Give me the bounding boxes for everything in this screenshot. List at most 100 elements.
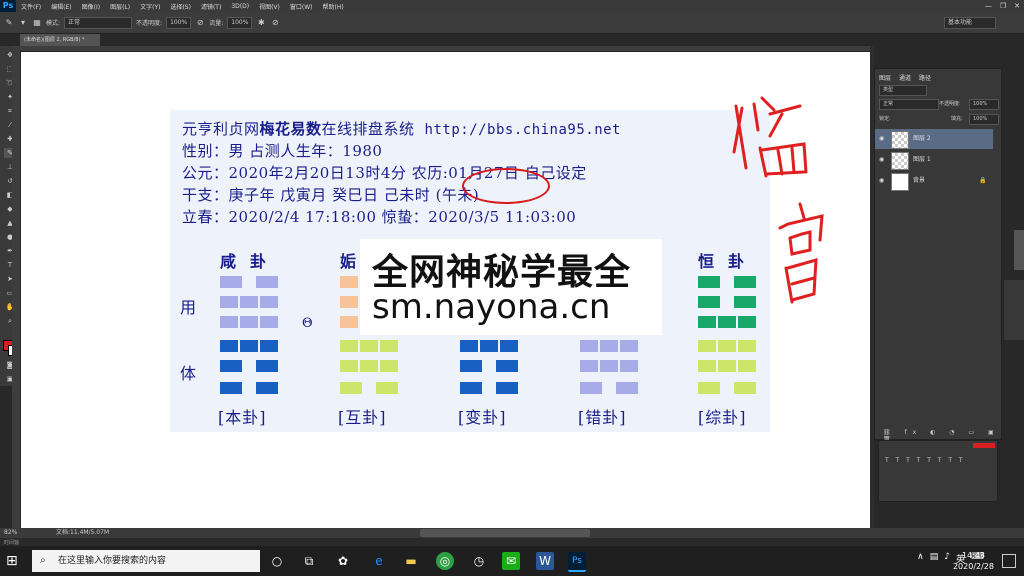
clock-app-icon[interactable]: ◷ [470,552,488,570]
opacity-input[interactable]: 100% [166,16,192,29]
hexagram-line-segment [718,316,736,328]
vertical-scrollbar[interactable] [1014,230,1024,270]
mode-select[interactable]: 正常 [64,16,133,29]
site-name: 元亨利贞网 [182,120,260,138]
photoshop-taskbar-icon[interactable]: Ps [568,552,586,572]
network-icon[interactable]: ▤ [930,552,939,565]
hexagram-line-segment [340,316,358,328]
text-style-icons[interactable]: TTTTTTTT [885,457,970,464]
taskbar-clock[interactable]: 14:43 2020/2/28 [953,550,994,572]
eye-icon[interactable]: ◉ [879,150,884,170]
pressure-opacity-icon[interactable]: ⊘ [195,18,205,28]
wechat-icon[interactable]: ✉ [502,552,520,570]
menu-layer[interactable]: 图层(L) [105,2,135,11]
hexagram-line-segment [376,382,398,394]
hexagram-line-segment [698,382,720,394]
mode-label: 模式: [46,20,61,27]
hexagram-line-segment [698,360,716,372]
layer-opacity-label: 不透明度: [939,101,961,107]
hexagram-line-segment [698,316,716,328]
hexagram-line-segment [260,296,278,308]
hexagram-line-segment [738,316,756,328]
menu-select[interactable]: 选择(S) [165,2,196,11]
text-color-swatch[interactable] [973,443,995,448]
layer-row-background[interactable]: ◉ 背景 🔒 [875,171,993,191]
hexagram-line-segment [340,296,358,308]
menu-edit[interactable]: 编辑(E) [46,2,76,11]
hexagram-line-segment [718,340,736,352]
word-icon[interactable]: W [536,552,554,570]
tab-channels[interactable]: 通道 [899,73,911,82]
eye-icon[interactable]: ◉ [879,129,884,149]
close-icon[interactable]: ✕ [1014,0,1020,12]
layer-row-1[interactable]: ◉ 图层 1 [875,150,993,170]
hexagram-line [460,340,518,352]
hexagram-line [580,360,638,372]
layer-name: 图层 2 [913,135,931,142]
hexagram-line-segment [220,382,242,394]
hexagram-line [220,316,278,328]
windows-start-icon[interactable]: ⊞ [6,554,20,568]
green-app-icon[interactable]: ◎ [436,552,454,570]
hexagram-line-segment [718,360,736,372]
collapsed-panel-icons[interactable] [1004,280,1024,340]
tab-paths[interactable]: 路径 [919,73,931,82]
hexagram-line-segment [738,360,756,372]
taskbar-search-box[interactable]: ⌕ 在这里输入你要搜索的内容 [32,550,260,572]
tray-expand-icon[interactable]: ∧ [917,552,924,565]
menu-3d[interactable]: 3D(D) [226,3,254,10]
hexagram-line-segment [260,340,278,352]
volume-icon[interactable]: ♪ [944,552,950,565]
brush-panel-icon[interactable]: ▦ [32,18,42,28]
hexagram-line [698,360,756,372]
task-view-icon[interactable]: ⧉ [300,552,318,570]
menu-type[interactable]: 文字(Y) [135,2,165,11]
brush-preset-icon[interactable]: ▾ [18,18,28,28]
document-tab[interactable]: (未命名)(图层 2, RGB/8) * [20,34,100,46]
workspace-select[interactable]: 基本功能 [944,17,996,29]
layer-thumbnail [891,173,909,191]
solar-term-line: 立春：2020/2/4 17:18:00 惊蛰：2020/3/5 11:03:0… [182,208,577,226]
blend-mode-select[interactable]: 正常 [879,99,939,110]
eye-icon[interactable]: ◉ [879,171,884,191]
airbrush-icon[interactable]: ✱ [256,18,266,28]
layer-kind-filter[interactable]: 类型 [879,85,927,96]
pressure-size-icon[interactable]: ⊘ [270,18,280,28]
layer-row-2[interactable]: ◉ 图层 2 [875,129,993,149]
hexagram-line [698,382,756,394]
menu-filter[interactable]: 滤镜(T) [196,2,226,11]
zoom-level[interactable]: 82% [4,528,17,538]
minimize-icon[interactable]: — [985,0,992,12]
hexagram-line [580,382,638,394]
hexagram-line-segment [500,340,518,352]
brush-tool-icon[interactable]: ✎ [4,18,14,28]
menu-help[interactable]: 帮助(H) [318,2,349,11]
cortana-icon[interactable]: ○ [268,552,286,570]
hexagram-line-segment [600,340,618,352]
hexagram-line [460,382,518,394]
hexagram-line-segment [340,382,362,394]
menu-file[interactable]: 文件(F) [16,2,46,11]
moving-line-marker: Θ [302,316,313,331]
restore-icon[interactable]: ❐ [1000,0,1006,12]
hexagram-line-segment [260,316,278,328]
notification-icon[interactable] [1002,554,1016,568]
file-explorer-icon[interactable]: ▬ [402,552,420,570]
fill-input[interactable]: 100% [969,114,999,125]
clock-time: 14:43 [961,551,986,560]
menu-view[interactable]: 视图(V) [254,2,285,11]
layer-opacity-input[interactable]: 100% [969,99,999,110]
watermark-url: sm.nayona.cn [372,287,611,327]
edge-browser-icon[interactable]: e [370,552,388,570]
lock-label: 锁定: [879,116,891,122]
menu-window[interactable]: 窗口(W) [285,2,318,11]
hexagram-line-segment [220,316,238,328]
menu-image[interactable]: 图像(I) [77,2,105,11]
timeline-label[interactable]: 时间轴 [4,539,19,546]
horizontal-scrollbar[interactable] [420,529,590,537]
tab-layers[interactable]: 图层 [879,73,891,82]
ruler-vertical [12,46,20,532]
app-icon-pinwheel[interactable]: ✿ [334,552,352,570]
flow-input[interactable]: 100% [227,16,253,29]
red-circle-annotation [462,168,550,204]
